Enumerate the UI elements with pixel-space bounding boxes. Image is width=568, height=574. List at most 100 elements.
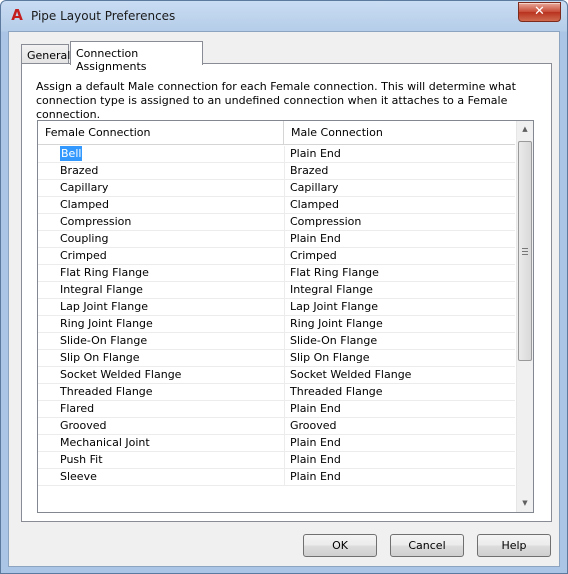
male-connection-cell[interactable]: Compression [290,214,515,231]
female-connection-label: Ring Joint Flange [60,317,153,330]
female-connection-label: Push Fit [60,453,103,466]
table-row[interactable]: Integral Flange Integral Flange [38,282,515,299]
autocad-app-icon[interactable]: A [9,7,25,23]
male-connection-cell[interactable]: Lap Joint Flange [290,299,515,316]
tab-general[interactable]: General [21,44,70,64]
table-row[interactable]: Flared Plain End [38,401,515,418]
help-button[interactable]: Help [477,534,551,557]
grid-header: Female Connection Male Connection [38,121,515,145]
female-connection-cell[interactable]: Lap Joint Flange [60,299,284,316]
female-connection-cell[interactable]: Threaded Flange [60,384,284,401]
female-connection-cell[interactable]: Slide-On Flange [60,333,284,350]
female-connection-cell[interactable]: Push Fit [60,452,284,469]
table-row[interactable]: Mechanical Joint Plain End [38,435,515,452]
male-connection-cell[interactable]: Plain End [290,401,515,418]
male-connection-cell[interactable]: Capillary [290,180,515,197]
female-connection-cell[interactable]: Crimped [60,248,284,265]
column-divider [284,333,285,350]
female-connection-cell[interactable]: Clamped [60,197,284,214]
female-connection-cell[interactable]: Ring Joint Flange [60,316,284,333]
female-connection-label: Bell [60,146,83,161]
male-connection-cell[interactable]: Ring Joint Flange [290,316,515,333]
dialog-client-area: General Connection Assignments Assign a … [8,31,560,567]
male-connection-cell[interactable]: Slip On Flange [290,350,515,367]
column-divider [284,367,285,384]
column-header-female[interactable]: Female Connection [38,121,284,145]
table-row[interactable]: Bell Plain End [38,146,515,163]
female-connection-cell[interactable]: Coupling [60,231,284,248]
female-connection-label: Brazed [60,164,99,177]
table-row[interactable]: Capillary Capillary [38,180,515,197]
scroll-thumb[interactable] [518,141,532,361]
grid-rows: Bell Plain End Brazed Brazed Capillary Capill… [38,146,515,486]
column-divider [284,452,285,469]
female-connection-cell[interactable]: Bell [60,146,284,163]
table-row[interactable]: Sleeve Plain End [38,469,515,486]
male-connection-cell[interactable]: Grooved [290,418,515,435]
female-connection-label: Threaded Flange [60,385,153,398]
female-connection-label: Slip On Flange [60,351,140,364]
female-connection-cell[interactable]: Socket Welded Flange [60,367,284,384]
table-row[interactable]: Socket Welded Flange Socket Welded Flange [38,367,515,384]
male-connection-cell[interactable]: Slide-On Flange [290,333,515,350]
scroll-grip-icon [522,248,528,255]
female-connection-cell[interactable]: Sleeve [60,469,284,486]
table-row[interactable]: Lap Joint Flange Lap Joint Flange [38,299,515,316]
male-connection-cell[interactable]: Plain End [290,452,515,469]
female-connection-label: Socket Welded Flange [60,368,182,381]
male-connection-cell[interactable]: Crimped [290,248,515,265]
cancel-button[interactable]: Cancel [390,534,464,557]
female-connection-label: Sleeve [60,470,97,483]
male-connection-cell[interactable]: Plain End [290,435,515,452]
dialog-window: A Pipe Layout Preferences ✕ General Conn… [0,0,568,574]
female-connection-label: Clamped [60,198,109,211]
male-connection-cell[interactable]: Integral Flange [290,282,515,299]
table-row[interactable]: Slide-On Flange Slide-On Flange [38,333,515,350]
male-connection-cell[interactable]: Plain End [290,146,515,163]
female-connection-cell[interactable]: Capillary [60,180,284,197]
close-button[interactable]: ✕ [518,2,561,22]
title-bar[interactable]: A Pipe Layout Preferences ✕ [1,1,567,31]
female-connection-cell[interactable]: Flared [60,401,284,418]
column-divider [284,197,285,214]
male-connection-cell[interactable]: Brazed [290,163,515,180]
table-row[interactable]: Clamped Clamped [38,197,515,214]
column-divider [284,401,285,418]
ok-button[interactable]: OK [303,534,377,557]
female-connection-cell[interactable]: Mechanical Joint [60,435,284,452]
female-connection-label: Slide-On Flange [60,334,148,347]
female-connection-label: Lap Joint Flange [60,300,149,313]
scroll-down-arrow-icon[interactable]: ▼ [517,495,533,512]
scroll-up-arrow-icon[interactable]: ▲ [517,121,533,138]
female-connection-label: Capillary [60,181,109,194]
connection-grid[interactable]: Female Connection Male Connection Bell Pl… [37,120,534,513]
column-divider [284,282,285,299]
male-connection-cell[interactable]: Threaded Flange [290,384,515,401]
table-row[interactable]: Slip On Flange Slip On Flange [38,350,515,367]
male-connection-cell[interactable]: Clamped [290,197,515,214]
female-connection-cell[interactable]: Flat Ring Flange [60,265,284,282]
description-text: Assign a default Male connection for eac… [36,80,516,121]
table-row[interactable]: Compression Compression [38,214,515,231]
table-row[interactable]: Crimped Crimped [38,248,515,265]
female-connection-cell[interactable]: Slip On Flange [60,350,284,367]
male-connection-cell[interactable]: Socket Welded Flange [290,367,515,384]
table-row[interactable]: Brazed Brazed [38,163,515,180]
column-header-male[interactable]: Male Connection [284,121,515,145]
tab-connection-assignments[interactable]: Connection Assignments [70,41,203,73]
column-divider [284,231,285,248]
male-connection-cell[interactable]: Plain End [290,469,515,486]
vertical-scrollbar[interactable]: ▲ ▼ [516,121,533,512]
table-row[interactable]: Ring Joint Flange Ring Joint Flange [38,316,515,333]
table-row[interactable]: Push Fit Plain End [38,452,515,469]
female-connection-cell[interactable]: Integral Flange [60,282,284,299]
table-row[interactable]: Threaded Flange Threaded Flange [38,384,515,401]
male-connection-cell[interactable]: Flat Ring Flange [290,265,515,282]
table-row[interactable]: Grooved Grooved [38,418,515,435]
female-connection-cell[interactable]: Brazed [60,163,284,180]
table-row[interactable]: Flat Ring Flange Flat Ring Flange [38,265,515,282]
female-connection-cell[interactable]: Compression [60,214,284,231]
female-connection-cell[interactable]: Grooved [60,418,284,435]
table-row[interactable]: Coupling Plain End [38,231,515,248]
male-connection-cell[interactable]: Plain End [290,231,515,248]
